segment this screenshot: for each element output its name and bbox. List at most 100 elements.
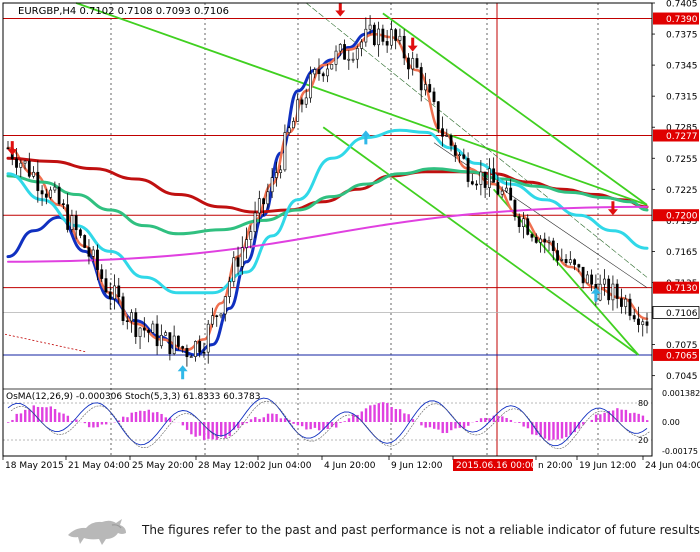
candle-body [547,240,551,243]
osma-bar [386,403,389,422]
osma-bar [305,422,308,430]
candle-body [581,266,585,284]
osma-bar [139,410,142,422]
x-tick-label: 28 May 12:00 [198,461,260,471]
osma-bar [377,403,381,422]
osma-bar [309,422,312,430]
candle-body [517,216,521,227]
osma-bar [24,409,27,422]
candle-body [338,44,342,52]
osma-bar [364,408,368,422]
candle-body [232,257,236,282]
y-tick-label: 0.7375 [666,31,698,41]
oscillator-title: OsMA(12,26,9) -0.000306 Stoch(5,3,3) 61.… [6,392,260,402]
candle-body [142,327,146,331]
candle-body [155,323,159,347]
y-tick-label: 0.7405 [666,0,698,10]
candle-body [253,212,257,232]
osma-bar [313,422,317,428]
osma-bar [565,422,568,438]
candle-body [309,73,312,99]
candle-body [573,259,576,265]
osma-bar [454,422,457,429]
osma-bar [556,422,559,440]
osma-bar [122,416,125,422]
y-tick-label: 0.7225 [666,186,698,196]
osma-bar [275,414,278,422]
candle-body [91,249,95,257]
candle-body [53,186,57,191]
y-tick-label: 0.7315 [666,93,698,103]
osma-bar [450,422,453,431]
osma-bar [104,422,108,425]
osma-bar [582,422,585,425]
candle-body [317,69,321,75]
osma-bar [181,422,185,426]
stoch-level-label: 20 [638,436,648,445]
candle-body [611,283,615,301]
osma-bar [505,417,508,422]
osma-bar [96,422,99,428]
osma-bar [603,412,606,422]
candle-body [351,58,355,61]
candle-body [343,44,346,60]
candle-body [66,204,70,230]
osma-bar [462,422,466,429]
candle-body [321,73,325,77]
candle-body [87,247,91,257]
candle-body [194,341,197,357]
candle-body [475,183,479,186]
candle-body [334,50,338,65]
candle-body [560,259,564,261]
candle-body [211,315,214,325]
osma-bar [58,412,61,422]
candle-body [458,154,461,157]
candle-body [487,168,491,188]
candle-body [411,58,415,70]
osma-bar [220,422,223,437]
candle-body [147,329,150,333]
candle-body [449,135,453,146]
candle-body [470,181,474,185]
x-tick-label: 9 Jun 12:00 [391,461,443,471]
candle-body [57,186,61,204]
osma-bar [373,404,376,422]
candle-body [564,259,568,264]
candle-body [624,298,628,307]
candle-body [240,247,244,267]
osma-bar [126,417,129,422]
osma-bar [156,412,159,422]
x-tick-label: 21 May 04:00 [68,461,130,471]
osma-bar [624,409,628,422]
osma-bar [279,418,283,422]
candle-body [415,58,419,68]
osma-bar [637,413,640,422]
osma-bar [134,411,138,422]
candle-body [108,291,112,300]
candle-body [27,160,31,177]
candle-body [198,341,202,353]
osma-bar [266,413,270,422]
candle-body [206,323,210,353]
candle-body [453,145,457,156]
candle-body [32,171,35,177]
osma-bar [347,418,351,422]
candle-body [249,231,253,240]
candle-body [300,99,304,105]
osma-bar [437,422,440,430]
candle-body [49,189,53,198]
osma-bar [594,414,598,422]
osma-bar [300,422,304,427]
candle-body [181,346,185,349]
osma-bar [403,413,406,422]
osma-bar [343,421,346,422]
osma-bar [522,422,525,427]
osma-bar [509,419,513,422]
candle-body [402,35,406,59]
osma-bar [633,412,636,422]
osma-bar [411,419,415,422]
candle-body [590,274,594,285]
osma-bar [475,420,478,422]
x-tick-label: 18 May 2015 [5,461,64,471]
x-tick-label: 2 Jun 04:00 [260,461,312,471]
